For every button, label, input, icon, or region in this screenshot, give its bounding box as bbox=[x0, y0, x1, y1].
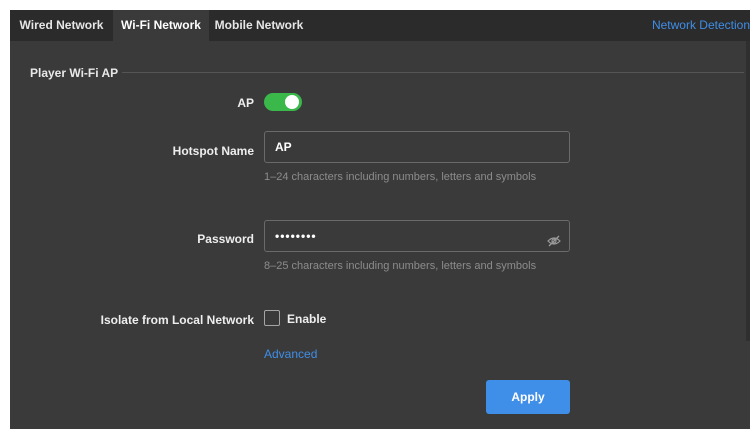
password-input[interactable]: •••••••• bbox=[264, 220, 570, 252]
password-value: •••••••• bbox=[275, 229, 317, 243]
network-detection-link[interactable]: Network Detection bbox=[652, 10, 750, 41]
scrollbar[interactable] bbox=[746, 41, 750, 341]
isolate-checkbox[interactable] bbox=[264, 310, 280, 326]
network-settings-panel: Wired Network Wi-Fi Network Mobile Netwo… bbox=[10, 10, 750, 429]
hotspot-name-label: Hotspot Name bbox=[172, 144, 254, 158]
toggle-knob bbox=[285, 95, 299, 109]
tab-wired-network[interactable]: Wired Network bbox=[10, 10, 113, 41]
isolate-enable-label[interactable]: Enable bbox=[287, 312, 326, 326]
hotspot-name-input[interactable]: AP bbox=[264, 131, 570, 163]
hotspot-name-hint: 1–24 characters including numbers, lette… bbox=[264, 171, 537, 183]
apply-button[interactable]: Apply bbox=[486, 380, 570, 414]
section-divider bbox=[122, 72, 744, 73]
tab-wifi-network[interactable]: Wi-Fi Network bbox=[113, 10, 209, 41]
hotspot-name-value: AP bbox=[275, 140, 292, 154]
isolate-label: Isolate from Local Network bbox=[100, 313, 254, 327]
advanced-link[interactable]: Advanced bbox=[264, 347, 317, 361]
network-tab-bar: Wired Network Wi-Fi Network Mobile Netwo… bbox=[10, 10, 750, 41]
eye-slash-icon[interactable] bbox=[547, 229, 561, 247]
ap-toggle[interactable] bbox=[264, 93, 302, 111]
section-title: Player Wi-Fi AP bbox=[30, 66, 119, 80]
password-hint: 8–25 characters including numbers, lette… bbox=[264, 260, 537, 272]
ap-label: AP bbox=[237, 96, 254, 110]
password-label: Password bbox=[197, 232, 254, 246]
tab-mobile-network[interactable]: Mobile Network bbox=[209, 10, 309, 41]
